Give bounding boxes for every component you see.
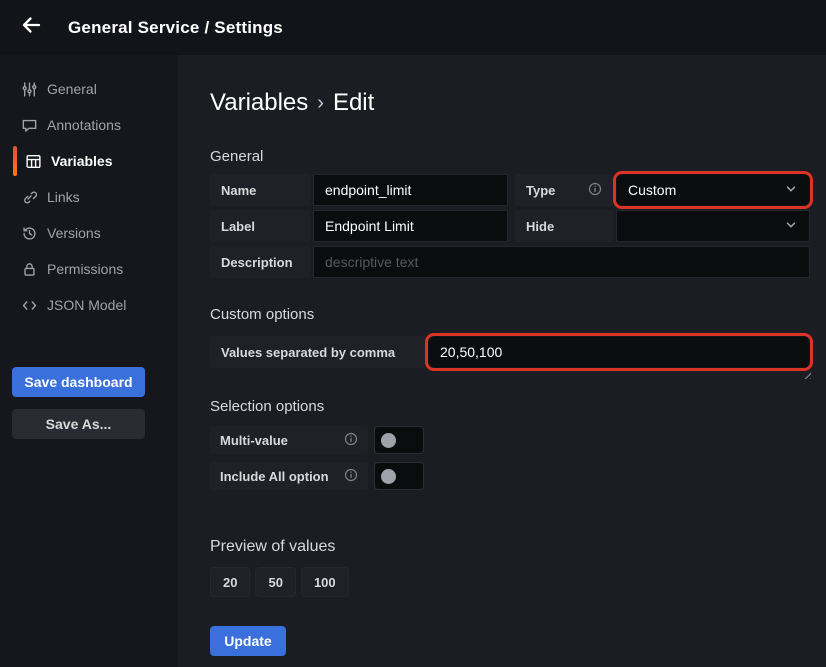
- lock-icon: [21, 261, 38, 278]
- name-type-row: Name Type Custom: [210, 174, 810, 206]
- resize-grip[interactable]: [802, 370, 811, 379]
- label-input[interactable]: [313, 210, 508, 242]
- breadcrumb-variables-link[interactable]: Variables: [210, 89, 308, 117]
- sidebar-item-variables[interactable]: Variables: [0, 143, 178, 179]
- breadcrumb: Variables › Edit: [210, 89, 810, 117]
- variables-edit-panel: Variables › Edit General Name Type Custo…: [178, 55, 826, 667]
- breadcrumb-separator: ›: [317, 92, 324, 115]
- values-row: Values separated by comma 20,50,100: [210, 336, 810, 368]
- type-select[interactable]: Custom: [616, 174, 810, 206]
- preview-heading: Preview of values: [210, 538, 810, 556]
- description-row: Description: [210, 246, 810, 278]
- include-all-row: Include All option: [210, 462, 810, 490]
- table-icon: [25, 153, 42, 170]
- sidebar-item-label: General: [47, 81, 97, 97]
- hide-select[interactable]: [616, 210, 810, 242]
- name-label: Name: [210, 174, 310, 206]
- info-circle-icon[interactable]: [588, 182, 602, 199]
- sidebar-item-permissions[interactable]: Permissions: [0, 251, 178, 287]
- sidebar-item-links[interactable]: Links: [0, 179, 178, 215]
- save-dashboard-button[interactable]: Save dashboard: [12, 367, 145, 397]
- breadcrumb-page: Edit: [333, 89, 374, 117]
- toggle-knob: [381, 469, 396, 484]
- preview-chip: 50: [255, 567, 295, 597]
- description-input[interactable]: [313, 246, 810, 278]
- sidebar-item-label: JSON Model: [47, 297, 126, 313]
- sidebar-item-json-model[interactable]: JSON Model: [0, 287, 178, 323]
- type-label: Type: [515, 174, 613, 206]
- comment-icon: [21, 117, 38, 134]
- values-label: Values separated by comma: [210, 336, 425, 368]
- back-button[interactable]: [14, 11, 48, 45]
- update-button[interactable]: Update: [210, 626, 286, 656]
- arrow-left-icon: [19, 13, 43, 42]
- sidebar-item-label: Variables: [51, 153, 113, 169]
- top-header: General Service / Settings: [0, 0, 826, 55]
- sidebar-item-label: Versions: [47, 225, 101, 241]
- sidebar-item-annotations[interactable]: Annotations: [0, 107, 178, 143]
- multi-value-toggle[interactable]: [374, 426, 424, 454]
- custom-options-heading: Custom options: [210, 306, 810, 323]
- chevron-down-icon: [784, 182, 798, 199]
- sidebar-item-label: Links: [47, 189, 80, 205]
- link-icon: [21, 189, 38, 206]
- multi-value-label: Multi-value: [210, 426, 368, 454]
- hide-label: Hide: [515, 210, 613, 242]
- history-icon: [21, 225, 38, 242]
- label-label: Label: [210, 210, 310, 242]
- page-title: General Service / Settings: [68, 18, 283, 38]
- selection-options-heading: Selection options: [210, 398, 810, 415]
- sidebar-item-label: Permissions: [47, 261, 123, 277]
- toggle-knob: [381, 433, 396, 448]
- name-input[interactable]: [313, 174, 508, 206]
- sidebar-item-label: Annotations: [47, 117, 121, 133]
- preview-values: 20 50 100: [210, 567, 810, 597]
- general-section-heading: General: [210, 148, 810, 165]
- label-hide-row: Label Hide: [210, 210, 810, 242]
- code-icon: [21, 297, 38, 314]
- info-circle-icon[interactable]: [344, 468, 358, 485]
- preview-chip: 20: [210, 567, 250, 597]
- preview-chip: 100: [301, 567, 349, 597]
- values-textarea[interactable]: 20,50,100: [428, 336, 810, 368]
- settings-sidebar: General Annotations Variables Links Vers: [0, 55, 178, 667]
- chevron-down-icon: [784, 218, 798, 235]
- sidebar-item-versions[interactable]: Versions: [0, 215, 178, 251]
- multi-value-row: Multi-value: [210, 426, 810, 454]
- sliders-icon: [21, 81, 38, 98]
- save-as-button[interactable]: Save As...: [12, 409, 145, 439]
- info-circle-icon[interactable]: [344, 432, 358, 449]
- type-select-value: Custom: [628, 182, 676, 198]
- description-label: Description: [210, 246, 310, 278]
- include-all-toggle[interactable]: [374, 462, 424, 490]
- include-all-label: Include All option: [210, 462, 368, 490]
- sidebar-item-general[interactable]: General: [0, 71, 178, 107]
